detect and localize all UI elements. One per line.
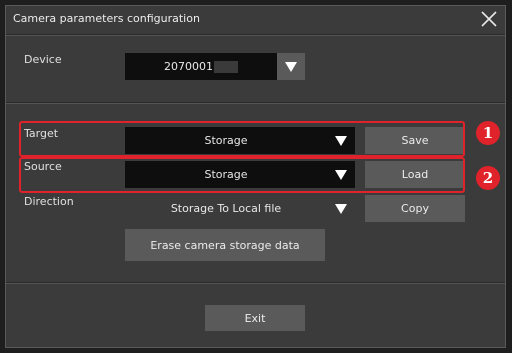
section-divider-top <box>6 102 505 104</box>
triangle-down-icon <box>335 135 347 146</box>
triangle-down-icon <box>285 61 297 72</box>
target-dropdown-button[interactable] <box>327 127 355 154</box>
copy-button[interactable]: Copy <box>365 195 465 222</box>
save-button[interactable]: Save <box>365 127 465 154</box>
redacted-mask <box>214 60 238 73</box>
camera-config-dialog: Camera parameters configuration Device 2… <box>5 5 506 348</box>
source-value: Storage <box>204 168 248 181</box>
target-value: Storage <box>204 134 248 147</box>
device-label: Device <box>24 53 62 66</box>
device-dropdown-button[interactable] <box>277 53 305 80</box>
exit-button[interactable]: Exit <box>205 305 305 331</box>
load-button[interactable]: Load <box>365 161 465 188</box>
triangle-down-icon <box>335 169 347 180</box>
target-select[interactable]: Storage <box>125 127 327 154</box>
direction-dropdown-button[interactable] <box>327 195 355 222</box>
direction-value: Storage To Local file <box>170 202 282 215</box>
triangle-down-icon <box>335 203 347 214</box>
direction-select[interactable]: Storage To Local file <box>125 195 327 222</box>
source-dropdown-button[interactable] <box>327 161 355 188</box>
device-value: 2070001 <box>164 60 213 73</box>
device-select[interactable]: 2070001 <box>125 53 277 80</box>
annotation-badge-1: 1 <box>476 121 500 145</box>
direction-label: Direction <box>24 195 74 208</box>
source-label: Source <box>24 160 62 173</box>
title-divider <box>6 34 505 36</box>
section-divider-bottom <box>6 282 505 284</box>
title-bar: Camera parameters configuration <box>6 6 505 34</box>
source-select[interactable]: Storage <box>125 161 327 188</box>
close-icon <box>481 11 497 27</box>
annotation-badge-2: 2 <box>476 166 500 190</box>
close-button[interactable] <box>479 9 499 29</box>
dialog-title: Camera parameters configuration <box>13 12 200 25</box>
target-label: Target <box>24 127 59 140</box>
erase-storage-button[interactable]: Erase camera storage data <box>125 229 325 261</box>
